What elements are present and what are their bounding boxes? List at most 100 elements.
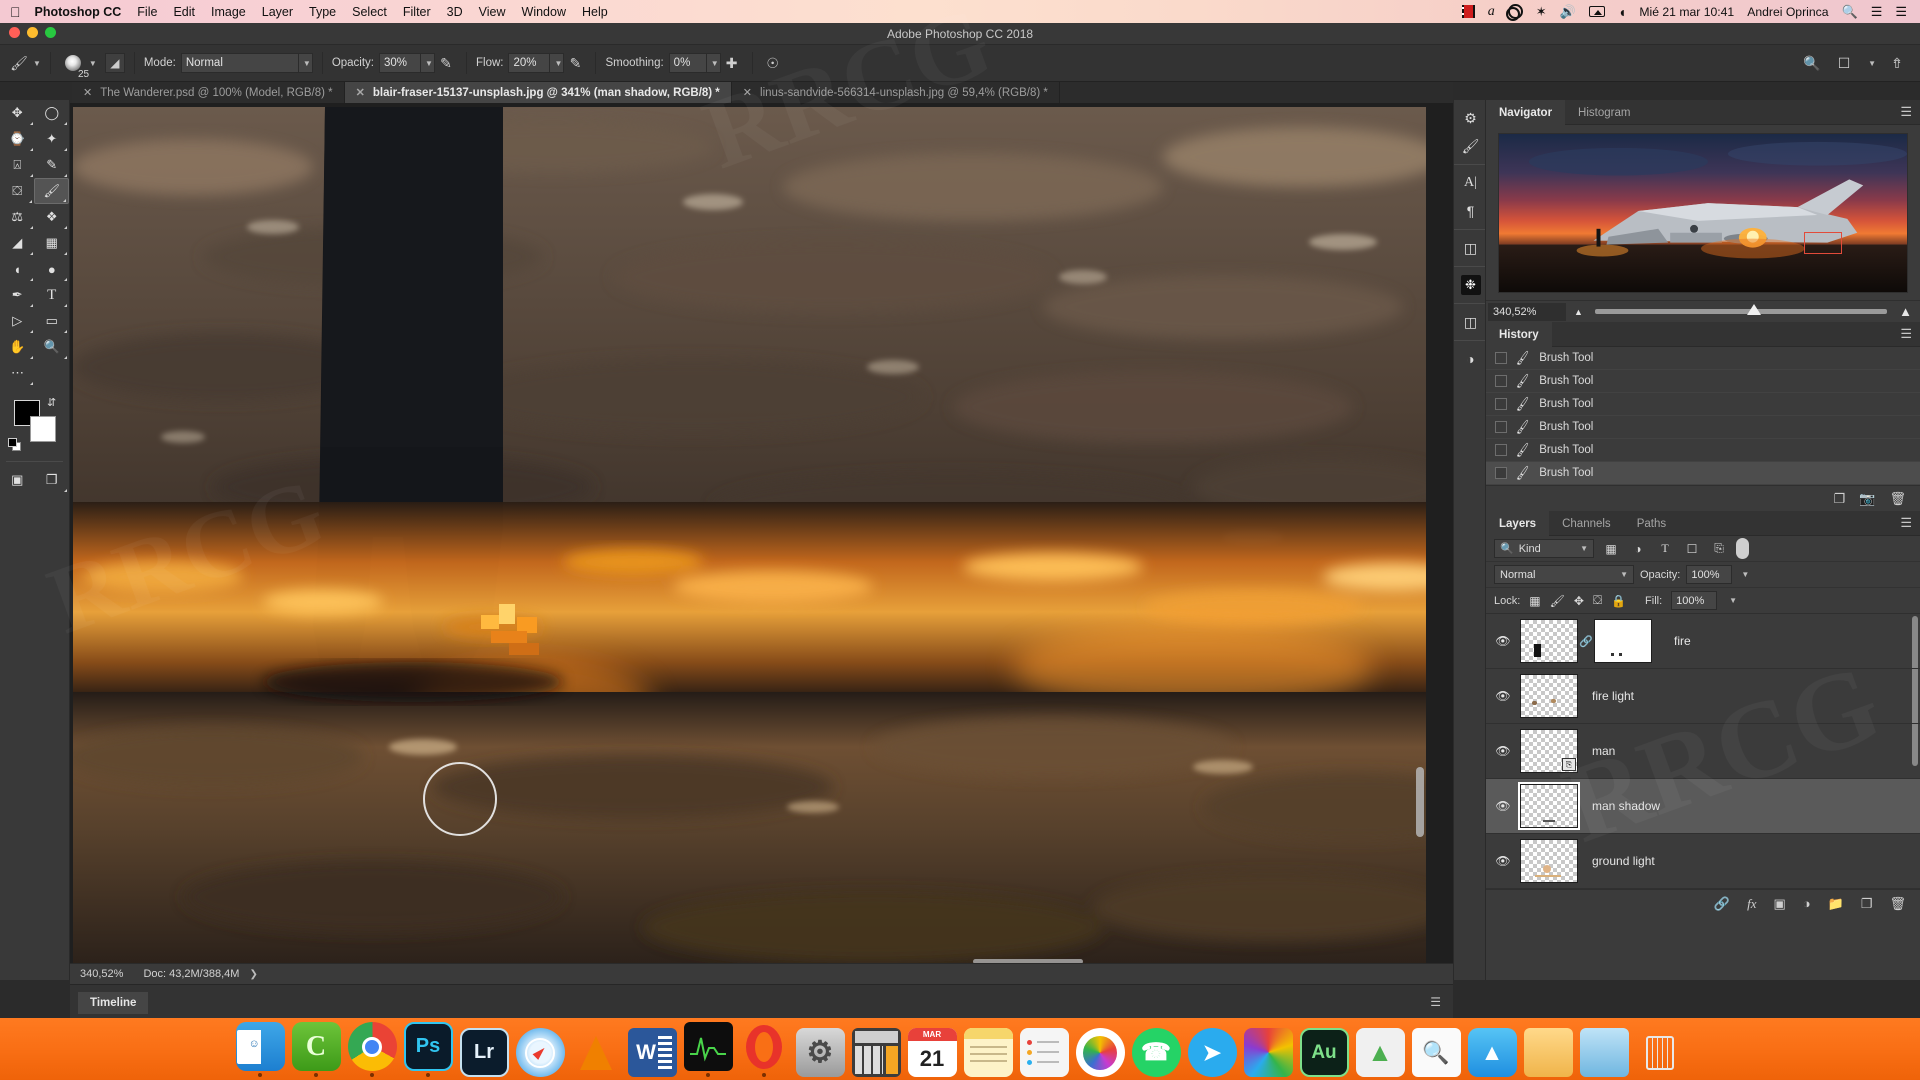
brush-presets-icon[interactable]: 🖌: [1454, 132, 1487, 160]
dock-item-vlc[interactable]: [572, 1028, 621, 1077]
filter-enable-toggle[interactable]: [1736, 538, 1749, 559]
frame-tool[interactable]: ⛋: [0, 178, 34, 204]
history-item[interactable]: 🖌 Brush Tool: [1486, 370, 1920, 393]
pressure-opacity-icon[interactable]: ✎: [435, 52, 457, 74]
filter-type-icon[interactable]: T: [1655, 539, 1675, 558]
status-zoom-value[interactable]: 340,52%: [70, 968, 133, 980]
zoom-button[interactable]: [45, 27, 56, 38]
delete-icon[interactable]: 🗑: [1889, 491, 1906, 507]
document-tab-wanderer[interactable]: ✕ The Wanderer.psd @ 100% (Model, RGB/8)…: [72, 82, 345, 103]
dock-item-google-chrome[interactable]: [347, 1022, 397, 1077]
creative-cloud-icon[interactable]: [1505, 0, 1523, 23]
smoothing-options-icon[interactable]: ✚: [721, 52, 743, 74]
history-source-checkbox[interactable]: [1495, 375, 1507, 387]
layer-visibility-icon[interactable]: 👁: [1486, 854, 1520, 868]
dock-item-calculator[interactable]: [851, 1028, 901, 1077]
photoshop-icon[interactable]: Ps: [403, 1022, 453, 1071]
dock-item-notes[interactable]: [963, 1028, 1013, 1077]
dock-item-camtasia[interactable]: C: [291, 1022, 341, 1077]
dock-item-reminders[interactable]: [1019, 1028, 1069, 1077]
colorsync-icon[interactable]: [1243, 1028, 1293, 1077]
layer-row-fire-light[interactable]: 👁 fire light: [1486, 669, 1920, 724]
layer-visibility-icon[interactable]: 👁: [1486, 634, 1520, 648]
dock-item-trash[interactable]: [1636, 1028, 1685, 1077]
layer-row-ground-light[interactable]: 👁 ground light: [1486, 834, 1920, 889]
properties-icon[interactable]: ◫: [1454, 308, 1487, 336]
menu-image[interactable]: Image: [211, 5, 246, 19]
layer-name[interactable]: man: [1592, 744, 1615, 758]
calculator-icon[interactable]: [851, 1028, 901, 1077]
screen-mode-button[interactable]: ❐: [35, 467, 70, 493]
blur-tool[interactable]: ◖: [0, 256, 35, 282]
new-group-icon[interactable]: 📁: [1828, 896, 1844, 912]
tab-channels[interactable]: Channels: [1549, 511, 1624, 536]
layer-thumbnail[interactable]: ⎘: [1520, 729, 1578, 773]
lightroom-icon[interactable]: Lr: [459, 1028, 509, 1077]
menu-layer[interactable]: Layer: [262, 5, 293, 19]
close-button[interactable]: [9, 27, 20, 38]
camtasia-icon[interactable]: C: [291, 1022, 341, 1071]
magic-wand-tool[interactable]: ✦: [35, 126, 70, 152]
filter-pixel-icon[interactable]: ▦: [1601, 539, 1621, 558]
history-source-checkbox[interactable]: [1495, 444, 1507, 456]
blend-mode-select[interactable]: Normal ▼: [180, 53, 313, 73]
opacity-input[interactable]: 30% ▼: [379, 53, 435, 73]
tab-history[interactable]: History: [1486, 322, 1552, 347]
eraser-tool[interactable]: ◢: [0, 230, 35, 256]
notifications-icon[interactable]: ☰: [1895, 0, 1907, 23]
brush-settings-icon[interactable]: ⚙: [1454, 104, 1487, 132]
dock-item-preview[interactable]: 🔍: [1411, 1028, 1461, 1077]
chevron-down-icon[interactable]: ▼: [1741, 570, 1749, 579]
delete-layer-icon[interactable]: 🗑: [1889, 896, 1906, 912]
eyedropper-tool[interactable]: ✎: [35, 152, 70, 178]
layer-row-man[interactable]: 👁 ⎘ man: [1486, 724, 1920, 779]
activity-monitor-icon[interactable]: [683, 1022, 733, 1071]
share-icon[interactable]: ⇮: [1886, 52, 1908, 74]
panel-menu-icon[interactable]: ☰: [1430, 995, 1441, 1009]
layer-name[interactable]: fire light: [1592, 689, 1634, 703]
layer-thumbnail[interactable]: [1518, 782, 1580, 830]
layer-style-icon[interactable]: fx: [1747, 896, 1756, 912]
preview-icon[interactable]: 🔍: [1411, 1028, 1461, 1077]
brush-tool[interactable]: 🖌: [34, 178, 69, 204]
layer-fill-value[interactable]: 100%: [1671, 591, 1718, 610]
bluetooth-icon[interactable]: ✶: [1536, 0, 1547, 23]
panel-menu-icon[interactable]: ☰: [1900, 105, 1912, 118]
close-icon[interactable]: ✕: [356, 86, 365, 99]
system-preferences-icon[interactable]: ⚙: [795, 1028, 845, 1077]
layer-visibility-icon[interactable]: 👁: [1486, 799, 1520, 813]
layer-name[interactable]: ground light: [1592, 854, 1655, 868]
brush-preset-chevron-down-icon[interactable]: ▼: [89, 59, 97, 68]
dock-item-microsoft-word[interactable]: W: [627, 1028, 677, 1077]
navigator-thumbnail[interactable]: [1498, 132, 1908, 293]
paragraph-icon[interactable]: ¶: [1454, 197, 1487, 225]
active-app-name[interactable]: Photoshop CC: [35, 5, 122, 19]
document-tab-blair-fraser[interactable]: ✕ blair-fraser-15137-unsplash.jpg @ 341%…: [344, 82, 732, 103]
dock-item-opera[interactable]: [740, 1022, 789, 1077]
link-layers-icon[interactable]: 🔗: [1714, 896, 1730, 912]
swap-colors-icon[interactable]: ⇵: [47, 396, 56, 409]
chevron-right-icon[interactable]: ❯: [249, 969, 257, 980]
dodge-tool[interactable]: ●: [35, 256, 70, 282]
flow-input[interactable]: 20% ▼: [508, 53, 565, 73]
dock-item-photos[interactable]: [1075, 1028, 1125, 1077]
dock-item-activity-monitor[interactable]: [683, 1022, 733, 1077]
filter-shape-icon[interactable]: ☐: [1682, 539, 1702, 558]
wifi-icon[interactable]: ◖: [1618, 0, 1626, 23]
lock-all-icon[interactable]: 🔒: [1611, 594, 1626, 608]
navigator-zoom-slider[interactable]: [1594, 304, 1888, 315]
character-icon[interactable]: A|: [1454, 169, 1487, 197]
dock-item-app-store-blue[interactable]: ▲: [1467, 1028, 1517, 1077]
link-icon[interactable]: 🔗: [1578, 635, 1594, 648]
layer-list[interactable]: 👁 🔗 fire 👁 fire light 👁 ⎘ man 👁 man shad…: [1486, 614, 1920, 889]
layer-mask-thumbnail[interactable]: [1594, 619, 1652, 663]
microsoft-word-icon[interactable]: W: [627, 1028, 677, 1077]
edit-toolbar-button[interactable]: ⋯: [0, 360, 35, 386]
airplay-icon[interactable]: [1588, 0, 1605, 23]
brush-panel-icon[interactable]: ◢: [104, 53, 125, 73]
history-brush-tool[interactable]: ❖: [35, 204, 70, 230]
layer-filter-kind-select[interactable]: 🔍 Kind ▼: [1494, 539, 1594, 558]
panel-menu-icon[interactable]: ☰: [1900, 516, 1912, 529]
pen-tool[interactable]: ✒: [0, 282, 35, 308]
minimize-button[interactable]: [27, 27, 38, 38]
